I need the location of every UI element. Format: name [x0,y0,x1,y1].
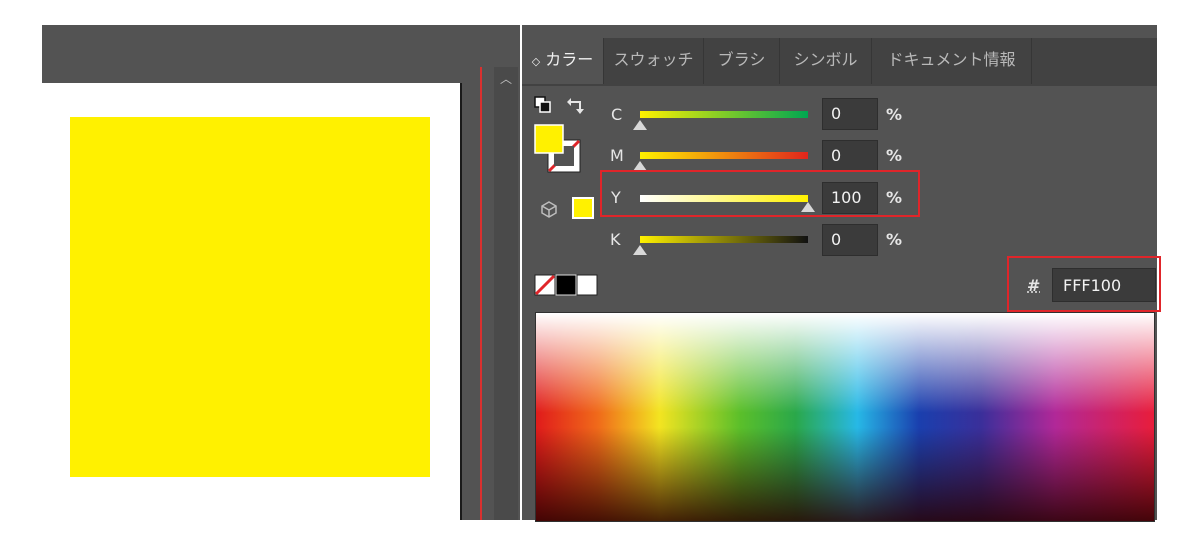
default-colors-icon[interactable] [534,96,552,114]
out-of-gamut-swatch[interactable] [572,197,594,219]
tab-color[interactable]: ◇ カラー [522,38,604,84]
c-value-field[interactable]: 0 [822,98,878,130]
k-slider-track[interactable] [640,236,808,243]
m-slider-track[interactable] [640,152,808,159]
none-swatch-icon[interactable] [534,274,555,296]
document-tab-bar [42,25,520,55]
k-percent-label: % [886,230,903,249]
hex-symbol-label: # [1027,276,1041,295]
yellow-rectangle-object[interactable] [70,117,430,477]
tab-symbols[interactable]: シンボル [780,38,872,84]
scroll-up-icon[interactable]: ︿ [494,68,518,90]
tab-swatches[interactable]: スウォッチ [604,38,704,84]
c-slider-thumb[interactable] [633,120,647,130]
tab-document-info[interactable]: ドキュメント情報 [872,38,1032,84]
black-swatch-icon[interactable] [556,274,577,296]
m-percent-label: % [886,146,903,165]
tab-label: ドキュメント情報 [887,50,1016,69]
k-slider-thumb[interactable] [633,245,647,255]
vertical-scrollbar[interactable] [494,67,518,520]
color-spectrum-picker[interactable] [535,312,1155,522]
slider-label-c: C [611,105,623,124]
slider-label-k: K [610,230,621,249]
tab-label: カラー [545,50,594,69]
fill-stroke-swatches[interactable] [532,122,584,174]
tab-brushes[interactable]: ブラシ [704,38,780,84]
y-row-highlight [600,170,920,217]
hex-value-field[interactable]: FFF100 [1052,268,1156,302]
guide-line [480,67,482,520]
white-swatch-icon[interactable] [577,274,598,296]
out-of-gamut-cube-icon[interactable] [540,200,558,218]
slider-label-m: M [610,146,624,165]
k-value-field[interactable]: 0 [822,224,878,256]
swap-colors-icon[interactable] [566,95,586,115]
tab-label: シンボル [793,50,858,69]
c-slider-track[interactable] [640,111,808,118]
m-value-field[interactable]: 0 [822,140,878,172]
c-percent-label: % [886,105,903,124]
tab-label: スウォッチ [613,50,694,69]
tab-collapse-icon: ◇ [531,55,541,68]
tab-label: ブラシ [717,50,766,69]
